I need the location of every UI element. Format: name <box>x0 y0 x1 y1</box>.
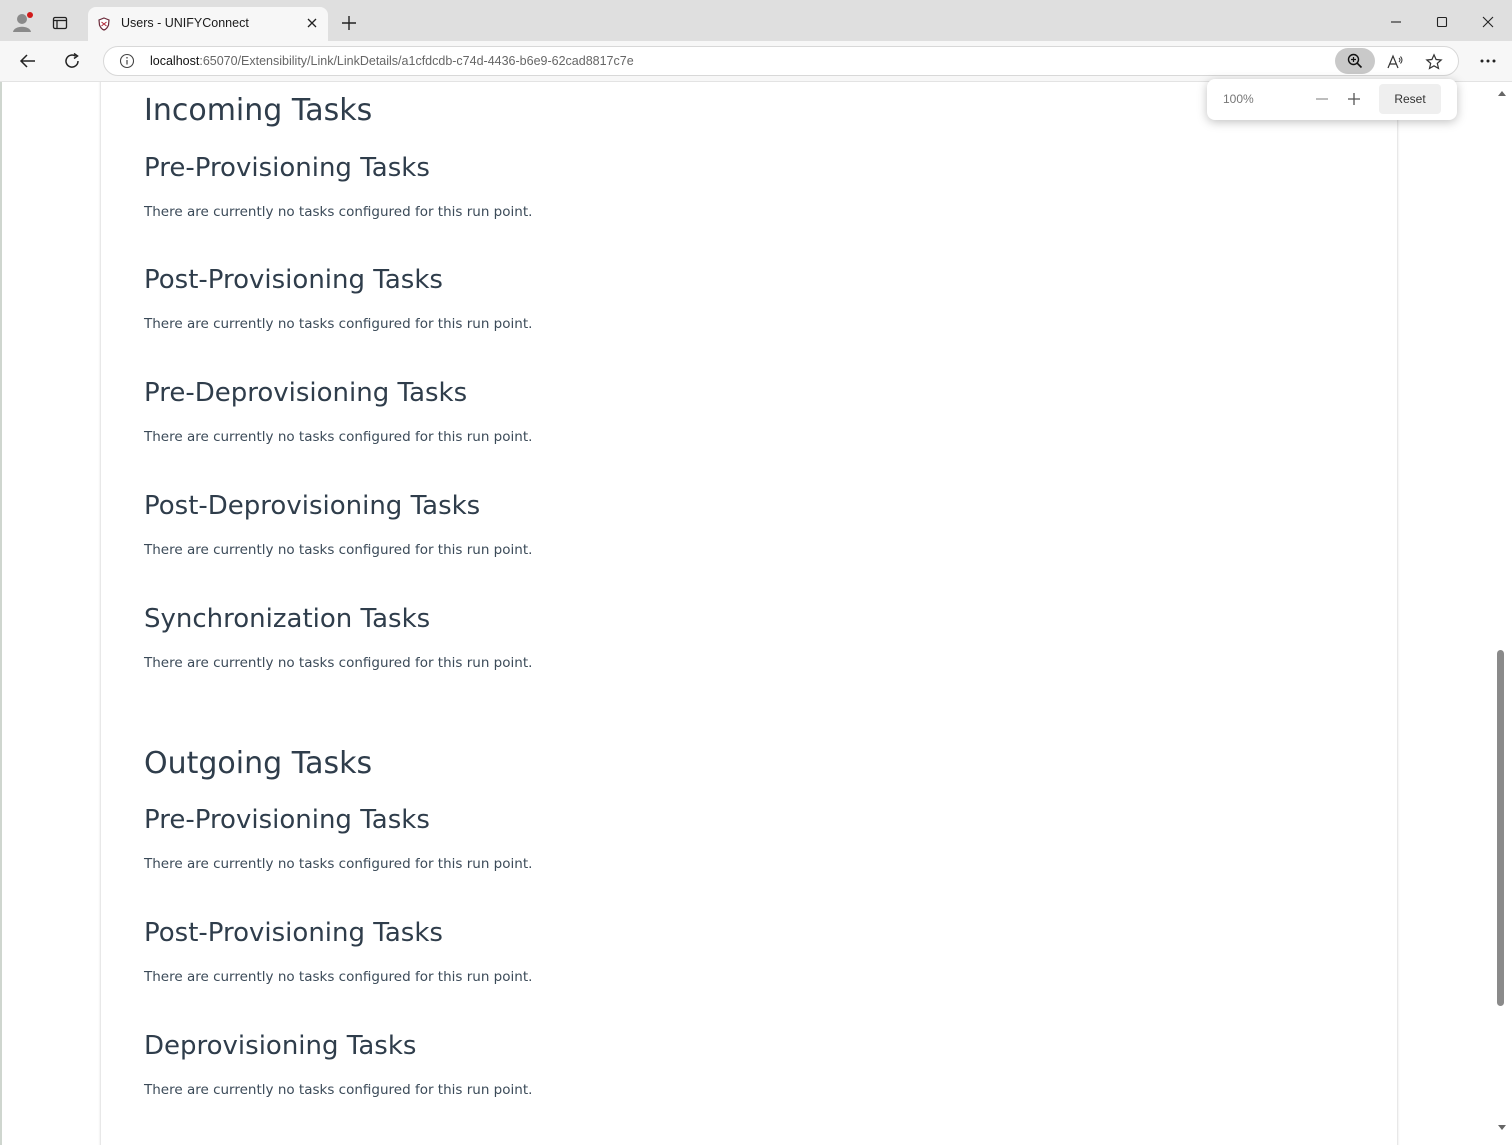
section-empty-text: There are currently no tasks configured … <box>144 204 533 220</box>
zoom-reset-button[interactable]: Reset <box>1379 84 1441 114</box>
section-empty-text: There are currently no tasks configured … <box>144 1082 533 1098</box>
section-empty-text: There are currently no tasks configured … <box>144 655 533 671</box>
address-bar[interactable]: localhost:65070/Extensibility/Link/LinkD… <box>103 46 1459 76</box>
zoom-level: 100% <box>1223 92 1254 106</box>
section-heading: Pre-Provisioning Tasks <box>144 153 430 183</box>
section-empty-text: There are currently no tasks configured … <box>144 856 533 872</box>
section-empty-text: There are currently no tasks configured … <box>144 542 533 558</box>
title-bar: Users - UNIFYConnect <box>0 0 1512 41</box>
section-heading: Pre-Deprovisioning Tasks <box>144 378 468 408</box>
minimize-icon[interactable] <box>1386 12 1406 32</box>
plus-icon[interactable] <box>340 14 358 32</box>
maximize-icon[interactable] <box>1432 12 1452 32</box>
scroll-up-icon[interactable] <box>1496 88 1508 98</box>
scroll-down-icon[interactable] <box>1496 1123 1508 1133</box>
tab-actions-icon[interactable] <box>52 15 68 31</box>
info-icon[interactable] <box>119 53 135 69</box>
shield-favicon-icon <box>98 17 110 31</box>
profile-icon[interactable] <box>12 11 34 33</box>
outgoing-tasks-heading: Outgoing Tasks <box>144 746 373 781</box>
section-heading: Post-Deprovisioning Tasks <box>144 491 481 521</box>
section-empty-text: There are currently no tasks configured … <box>144 316 533 332</box>
zoom-in-icon <box>1347 53 1363 69</box>
section-heading: Pre-Provisioning Tasks <box>144 805 430 835</box>
url-text[interactable]: localhost:65070/Extensibility/Link/LinkD… <box>150 54 634 68</box>
page-edge <box>0 82 2 1145</box>
url-host: localhost <box>150 54 200 68</box>
scrollbar-thumb[interactable] <box>1497 650 1504 1006</box>
more-icon[interactable] <box>1478 51 1498 71</box>
section-heading: Deprovisioning Tasks <box>144 1031 417 1061</box>
zoom-popup: 100% Reset <box>1207 79 1457 120</box>
zoom-in-plus-icon[interactable] <box>1345 90 1363 108</box>
navigation-bar: localhost:65070/Extensibility/Link/LinkD… <box>0 41 1512 82</box>
star-icon[interactable] <box>1425 53 1443 71</box>
active-tab[interactable]: Users - UNIFYConnect <box>88 7 328 41</box>
zoom-out-icon[interactable] <box>1313 90 1331 108</box>
tab-title: Users - UNIFYConnect <box>121 16 249 30</box>
section-heading: Post-Provisioning Tasks <box>144 265 443 295</box>
back-arrow-icon[interactable] <box>18 51 38 71</box>
vertical-scrollbar[interactable] <box>1492 82 1512 1145</box>
section-empty-text: There are currently no tasks configured … <box>144 429 533 445</box>
page-viewport: Incoming Tasks Pre-Provisioning Tasks Th… <box>0 82 1512 1145</box>
close-window-icon[interactable] <box>1478 12 1498 32</box>
section-empty-text: There are currently no tasks configured … <box>144 969 533 985</box>
url-path: :65070/Extensibility/Link/LinkDetails/a1… <box>199 54 634 68</box>
incoming-tasks-heading: Incoming Tasks <box>144 93 373 128</box>
section-heading: Post-Provisioning Tasks <box>144 918 443 948</box>
refresh-icon[interactable] <box>62 51 82 71</box>
read-aloud-icon[interactable] <box>1386 53 1404 71</box>
section-heading: Synchronization Tasks <box>144 604 431 634</box>
close-icon[interactable] <box>306 17 318 29</box>
zoom-indicator-button[interactable] <box>1335 48 1375 74</box>
